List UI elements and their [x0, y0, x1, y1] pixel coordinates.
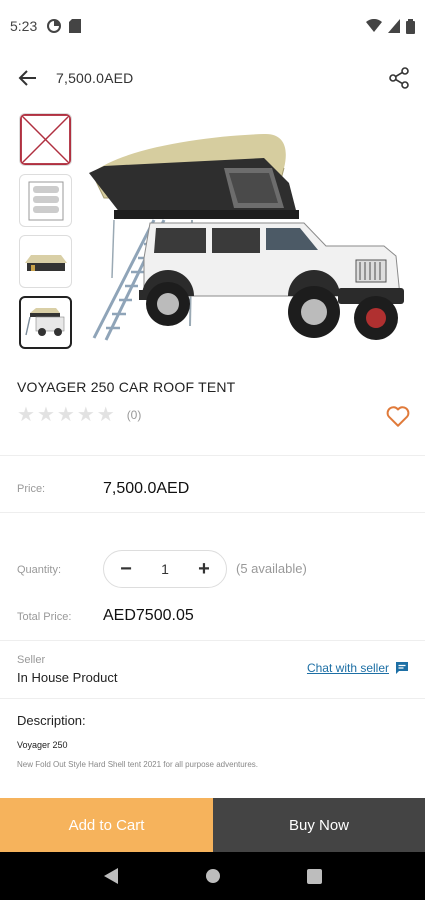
bottom-action-bar: Add to Cart Buy Now	[0, 798, 425, 852]
chat-with-seller-label: Chat with seller	[306, 661, 389, 675]
thumbnail-jeep-tent[interactable]	[19, 296, 72, 349]
seller-label: Seller	[17, 654, 46, 666]
battery-icon	[406, 18, 415, 34]
share-icon	[389, 67, 409, 89]
thumbnail-diagram[interactable]	[19, 174, 72, 227]
description-text: New Fold Out Style Hard Shell tent 2021 …	[17, 760, 259, 769]
arrow-back-icon	[18, 70, 36, 86]
broken-image-icon	[20, 114, 71, 165]
nav-back-icon[interactable]	[103, 867, 119, 885]
thumbnail-tent-open[interactable]	[19, 235, 72, 288]
nav-home-icon[interactable]	[205, 868, 221, 884]
back-button[interactable]	[0, 52, 56, 104]
quantity-label: Quantity:	[17, 564, 62, 576]
status-time: 5:23	[10, 18, 38, 34]
star-icon: ★	[96, 404, 115, 426]
share-button[interactable]	[385, 64, 413, 92]
total-price-value: AED7500.05	[103, 607, 194, 624]
wishlist-button[interactable]	[385, 403, 411, 429]
image-thumbnails	[19, 113, 73, 357]
rating-stars: ★ ★ ★ ★ ★ (0)	[17, 405, 141, 425]
jeep-roof-tent-image	[89, 133, 404, 341]
product-name: VOYAGER 250 CAR ROOF TENT	[17, 379, 236, 395]
quantity-value: 1	[161, 561, 169, 577]
star-icon: ★	[56, 404, 75, 426]
status-bar: 5:23	[0, 0, 425, 52]
divider	[0, 698, 425, 699]
buy-now-button[interactable]: Buy Now	[213, 798, 425, 852]
divider	[0, 640, 425, 641]
sim-card-icon	[69, 19, 82, 33]
thumbnail-placeholder[interactable]	[19, 113, 72, 166]
tent-diagram-thumb	[28, 181, 63, 220]
divider	[0, 512, 425, 513]
price-label: Price:	[17, 483, 46, 495]
quantity-stepper: − 1 +	[103, 550, 227, 588]
jeep-tent-thumb	[24, 307, 64, 336]
data-saver-icon	[47, 19, 62, 33]
rating-count: (0)	[126, 408, 142, 422]
decrease-quantity-button[interactable]: −	[116, 559, 136, 579]
add-to-cart-button[interactable]: Add to Cart	[0, 798, 213, 852]
heart-icon	[386, 406, 410, 427]
star-icon: ★	[36, 404, 55, 426]
increase-quantity-button[interactable]: +	[194, 559, 214, 579]
system-navigation-bar	[0, 852, 425, 900]
tent-open-thumb	[24, 254, 67, 271]
quantity-available: (5 available)	[236, 561, 307, 576]
product-main-image[interactable]	[84, 128, 410, 348]
description-title: Description:	[17, 713, 86, 728]
page-title: 7,500.0AED	[56, 70, 134, 86]
nav-recents-icon[interactable]	[307, 868, 322, 884]
signal-icon	[388, 19, 400, 33]
star-icon: ★	[17, 404, 35, 426]
wifi-icon	[366, 19, 382, 32]
star-icon: ★	[76, 404, 95, 426]
chat-icon	[396, 662, 408, 674]
chat-with-seller-link[interactable]: Chat with seller	[307, 661, 409, 675]
price-value: 7,500.0AED	[103, 480, 190, 497]
divider	[0, 455, 425, 456]
app-bar: 7,500.0AED	[0, 52, 425, 104]
total-price-label: Total Price:	[17, 611, 72, 623]
seller-name: In House Product	[17, 670, 118, 685]
description-headline: Voyager 250	[17, 740, 68, 750]
